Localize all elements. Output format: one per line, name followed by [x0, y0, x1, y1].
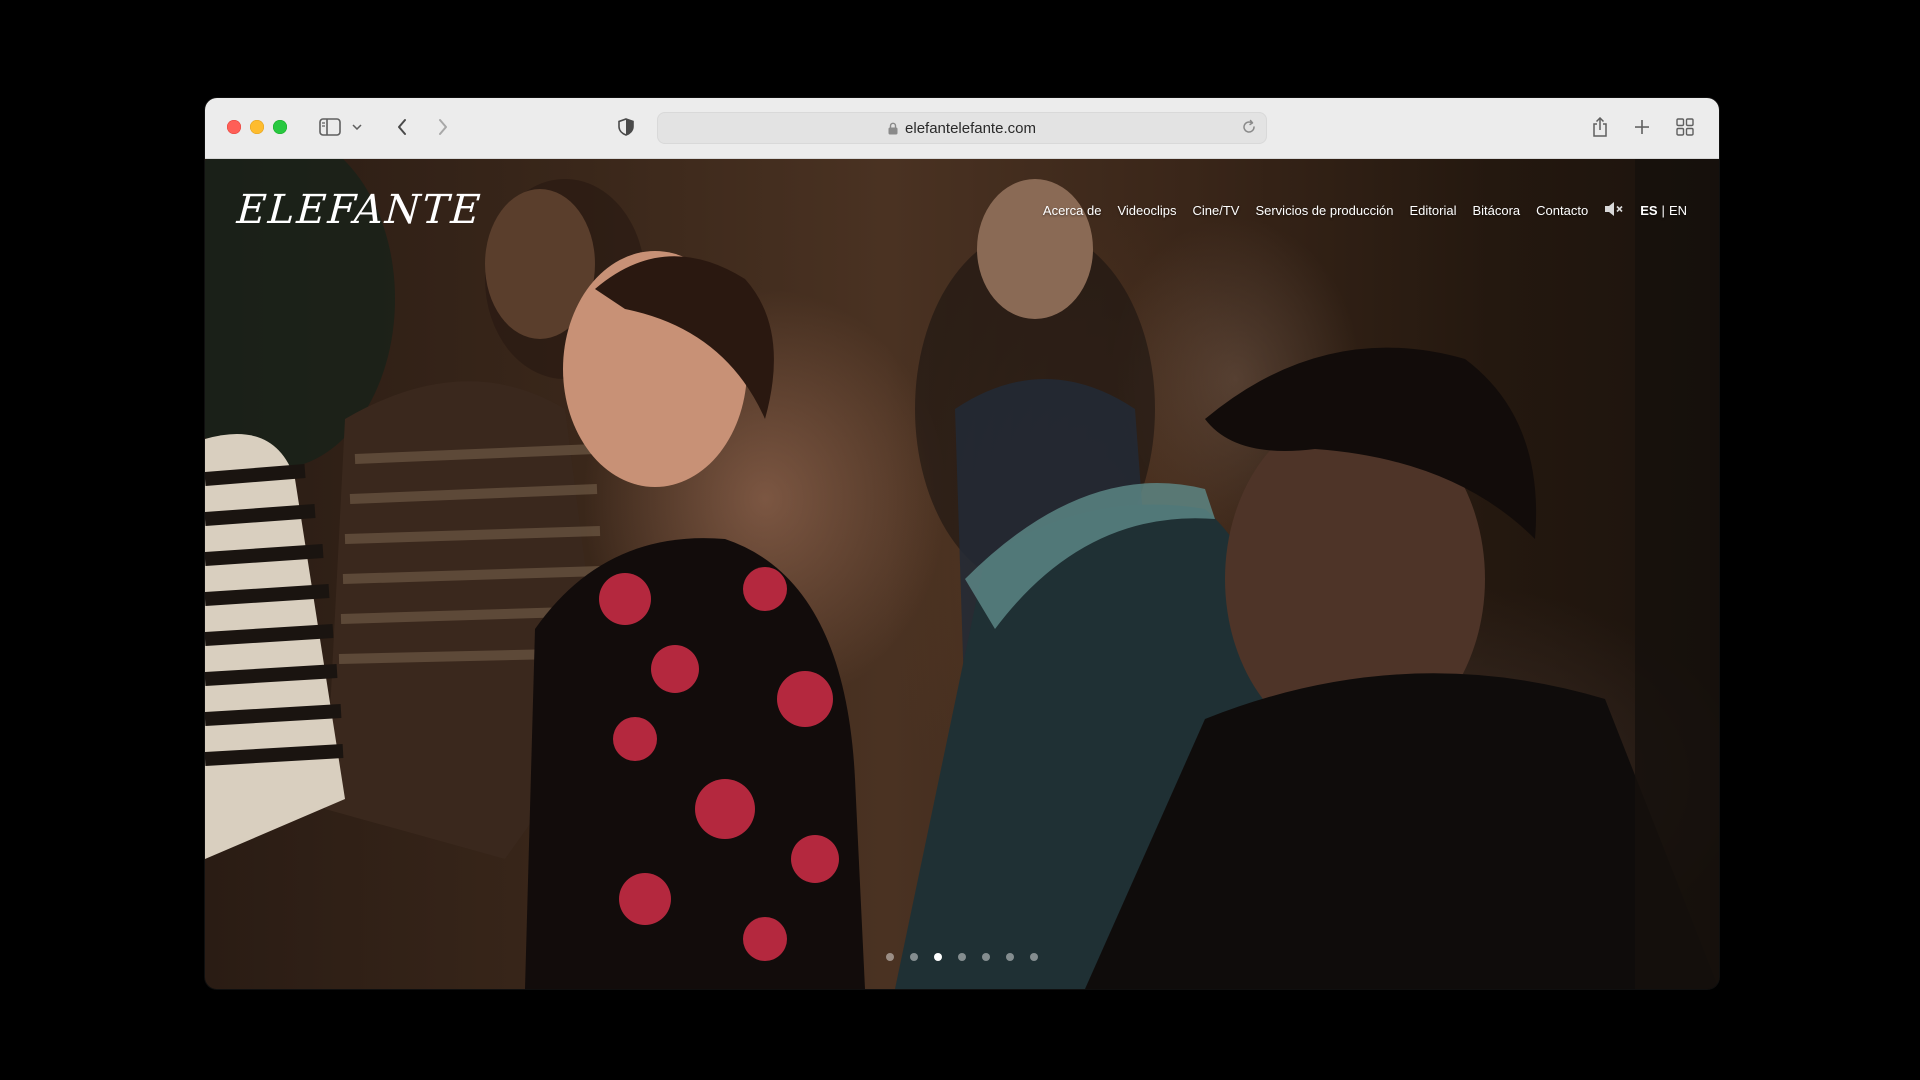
hero-video[interactable]: ELEFANTE Acerca de Videoclips Cine/TV Se… — [205, 159, 1719, 989]
share-button[interactable] — [1589, 113, 1611, 141]
nav-contacto[interactable]: Contacto — [1536, 203, 1588, 218]
lock-icon — [888, 122, 898, 134]
reload-button[interactable] — [1241, 119, 1257, 140]
grid-icon — [1676, 118, 1694, 136]
sidebar-toggle-button[interactable] — [317, 113, 343, 141]
slider-dot-7[interactable] — [1030, 953, 1038, 961]
browser-window: elefantelefante.com ELEFANTE Acerca de V… — [205, 98, 1719, 989]
language-switcher: ES | EN — [1640, 203, 1687, 218]
slider-dot-2[interactable] — [910, 953, 918, 961]
chevron-left-icon — [398, 119, 406, 135]
address-bar[interactable]: elefantelefante.com — [657, 112, 1267, 144]
nav-cine-tv[interactable]: Cine/TV — [1192, 203, 1239, 218]
reload-icon — [1243, 119, 1255, 133]
nav-editorial[interactable]: Editorial — [1409, 203, 1456, 218]
lang-es[interactable]: ES — [1640, 203, 1657, 218]
speaker-muted-icon — [1605, 202, 1623, 216]
slider-dot-6[interactable] — [1006, 953, 1014, 961]
slider-pagination — [205, 953, 1719, 961]
sidebar-menu-button[interactable] — [351, 113, 363, 141]
forward-button[interactable] — [431, 113, 455, 141]
privacy-report-button[interactable] — [615, 113, 637, 141]
browser-toolbar: elefantelefante.com — [205, 98, 1719, 159]
slider-dot-5[interactable] — [982, 953, 990, 961]
address-text: elefantelefante.com — [905, 119, 1036, 137]
desktop-backdrop: elefantelefante.com ELEFANTE Acerca de V… — [0, 0, 1920, 1080]
nav-servicios-de-produccion[interactable]: Servicios de producción — [1255, 203, 1393, 218]
slider-dot-1[interactable] — [886, 953, 894, 961]
lang-en[interactable]: EN — [1669, 203, 1687, 218]
hero-video-frame — [205, 159, 1719, 989]
main-navigation: Acerca de Videoclips Cine/TV Servicios d… — [1043, 201, 1687, 220]
slider-dot-3[interactable] — [934, 953, 942, 961]
chevron-right-icon — [439, 119, 447, 135]
zoom-window-button[interactable] — [273, 120, 287, 134]
chevron-down-icon — [352, 124, 362, 130]
close-window-button[interactable] — [227, 120, 241, 134]
shield-icon — [618, 118, 634, 136]
sidebar-icon — [319, 118, 341, 136]
slider-dot-4[interactable] — [958, 953, 966, 961]
lang-separator: | — [1661, 203, 1665, 218]
site-logo[interactable]: ELEFANTE — [235, 187, 483, 233]
share-icon — [1593, 117, 1607, 137]
nav-videoclips[interactable]: Videoclips — [1117, 203, 1176, 218]
back-button[interactable] — [390, 113, 414, 141]
mute-toggle-button[interactable] — [1604, 201, 1624, 220]
minimize-window-button[interactable] — [250, 120, 264, 134]
plus-icon — [1635, 120, 1649, 134]
tab-overview-button[interactable] — [1674, 113, 1696, 141]
new-tab-button[interactable] — [1631, 113, 1653, 141]
nav-acerca-de[interactable]: Acerca de — [1043, 203, 1102, 218]
nav-bitacora[interactable]: Bitácora — [1472, 203, 1520, 218]
